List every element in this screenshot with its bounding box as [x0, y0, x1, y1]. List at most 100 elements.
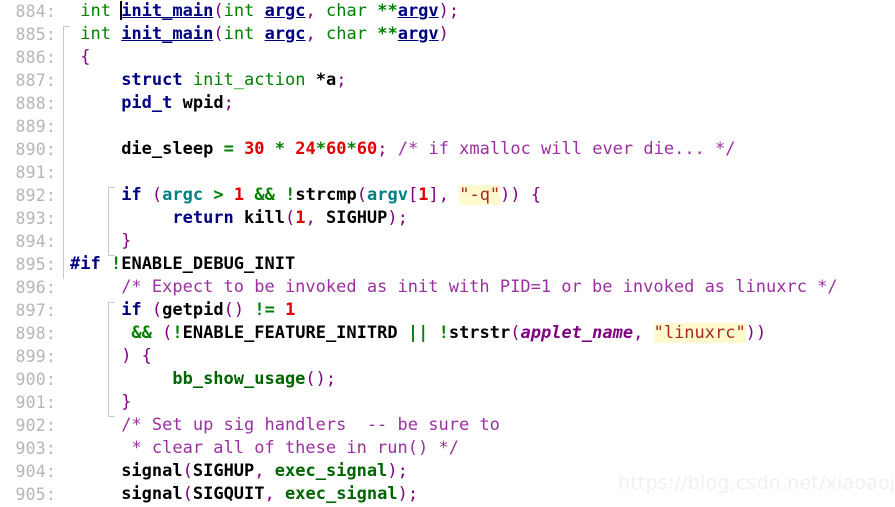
code-line[interactable]: 884: int init_main(int argc, char **argv…: [0, 0, 895, 23]
code-token-punct: (: [162, 323, 173, 343]
code-token-punct: }: [121, 392, 132, 412]
code-token-paramuse: argv: [367, 185, 408, 205]
line-number: 889:: [15, 117, 56, 136]
code-line[interactable]: 893: return kill(1, SIGHUP);: [0, 207, 895, 230]
code-line[interactable]: 887: struct init_action *a;: [0, 69, 895, 92]
code-line[interactable]: 897: if (getpid() != 1: [0, 299, 895, 322]
code-token-id: [70, 346, 121, 366]
code-token-id: [70, 185, 121, 205]
line-number: 897:: [15, 301, 56, 320]
code-token-punct: ],: [428, 185, 449, 205]
code-line[interactable]: 888: pid_t wpid;: [0, 92, 895, 115]
code-text[interactable]: return kill(1, SIGHUP);: [60, 207, 408, 230]
code-token-punct: (: [213, 1, 224, 21]
code-editor[interactable]: 884: int init_main(int argc, char **argv…: [0, 0, 895, 507]
code-token-id: [70, 300, 121, 320]
code-token-cmt: /* if xmalloc will ever die... */: [397, 139, 736, 159]
code-token-punct: ,: [305, 24, 316, 44]
line-number: 902:: [15, 416, 56, 435]
code-text[interactable]: if (getpid() != 1: [60, 299, 295, 322]
code-token-idb: strcmp: [295, 185, 357, 205]
code-line[interactable]: 889:: [0, 115, 895, 138]
code-line[interactable]: 898: && (!ENABLE_FEATURE_INITRD || !strs…: [0, 322, 895, 345]
code-token-num: 1: [285, 300, 296, 320]
code-token-op: !: [438, 323, 449, 343]
code-token-op: **: [377, 1, 398, 21]
code-text[interactable]: if (argc > 1 && !strcmp(argv[1], "-q")) …: [60, 184, 541, 207]
code-token-type: int: [223, 24, 255, 44]
code-token-op: *: [274, 139, 286, 159]
code-token-kw: if: [121, 185, 142, 205]
code-text[interactable]: }: [60, 391, 131, 414]
code-text[interactable]: die_sleep = 30 * 24*60*60; /* if xmalloc…: [60, 138, 736, 161]
line-number: 886:: [15, 48, 56, 67]
code-text[interactable]: int init_main(int argc, char **argv);: [60, 0, 459, 23]
code-token-id: [152, 323, 162, 343]
code-token-cmt: * clear all of these in run() */: [131, 438, 459, 458]
code-token-id: [172, 93, 182, 113]
code-token-op: !: [285, 185, 296, 205]
code-line[interactable]: 896: /* Expect to be invoked as init wit…: [0, 276, 895, 299]
code-text[interactable]: {: [60, 46, 90, 69]
code-text[interactable]: bb_show_usage();: [60, 368, 336, 391]
line-number: 905:: [15, 485, 56, 504]
code-token-id: [305, 70, 315, 90]
code-line[interactable]: 901: }: [0, 391, 895, 414]
code-token-id: [70, 93, 121, 113]
code-token-idb: SIGQUIT: [192, 484, 265, 504]
code-token-kw: struct: [121, 70, 183, 90]
code-text[interactable]: signal(SIGQUIT, exec_signal);: [60, 483, 418, 506]
code-text[interactable]: struct init_action *a;: [60, 69, 346, 92]
code-line[interactable]: 894: }: [0, 230, 895, 253]
code-token-id: [70, 208, 172, 228]
line-number: 903:: [15, 439, 56, 458]
code-text[interactable]: /* Set up sig handlers -- be sure to: [60, 414, 500, 437]
code-line[interactable]: 885: int init_main(int argc, char **argv…: [0, 23, 895, 46]
code-line[interactable]: 903: * clear all of these in run() */: [0, 437, 895, 460]
code-token-punct: ) {: [121, 346, 152, 366]
code-line[interactable]: 890: die_sleep = 30 * 24*60*60; /* if xm…: [0, 138, 895, 161]
code-text[interactable]: #if !ENABLE_DEBUG_INIT: [60, 253, 295, 276]
code-token-num: 60: [356, 139, 378, 159]
code-line[interactable]: 892: if (argc > 1 && !strcmp(argv[1], "-…: [0, 184, 895, 207]
code-text[interactable]: ) {: [60, 345, 152, 368]
code-text[interactable]: signal(SIGHUP, exec_signal);: [60, 460, 408, 483]
code-token-num: 24: [295, 139, 316, 159]
code-token-punct: (: [151, 300, 163, 320]
code-token-type: char: [326, 1, 367, 21]
code-token-id: [265, 139, 275, 159]
code-token-id: [70, 139, 121, 159]
code-lines[interactable]: 884: int init_main(int argc, char **argv…: [0, 0, 895, 506]
code-token-punct: (: [510, 323, 521, 343]
code-token-kw: return: [172, 208, 234, 228]
code-token-id: [244, 185, 254, 205]
code-token-id: [142, 185, 152, 205]
code-text[interactable]: /* Expect to be invoked as init with PID…: [60, 276, 837, 299]
code-line[interactable]: 886: {: [0, 46, 895, 69]
code-token-param: argv: [397, 1, 439, 21]
code-token-id: [70, 277, 121, 297]
code-token-punct: (: [284, 208, 296, 228]
code-token-id: [203, 185, 213, 205]
code-token-str: "linuxrc": [653, 323, 746, 343]
code-text[interactable]: }: [60, 230, 131, 253]
code-line[interactable]: 899: ) {: [0, 345, 895, 368]
code-token-punct: ;: [377, 139, 388, 159]
code-line[interactable]: 891:: [0, 161, 895, 184]
code-text[interactable]: * clear all of these in run() */: [60, 437, 459, 460]
code-line[interactable]: 900: bb_show_usage();: [0, 368, 895, 391]
code-text[interactable]: && (!ENABLE_FEATURE_INITRD || !strstr(ap…: [60, 322, 766, 345]
line-number: 904:: [15, 462, 56, 481]
code-text[interactable]: int init_main(int argc, char **argv): [60, 23, 449, 46]
code-token-idb: *: [315, 70, 326, 90]
code-text[interactable]: pid_t wpid;: [60, 92, 234, 115]
code-token-num: 1: [418, 185, 429, 205]
code-token-num: 1: [295, 208, 306, 228]
code-line[interactable]: 902: /* Set up sig handlers -- be sure t…: [0, 414, 895, 437]
code-line[interactable]: 895: #if !ENABLE_DEBUG_INIT: [0, 253, 895, 276]
code-token-id: [70, 24, 80, 44]
code-token-id: [275, 300, 285, 320]
line-number: 891:: [15, 163, 56, 182]
line-number: 896:: [15, 278, 56, 297]
code-token-id: [244, 300, 254, 320]
